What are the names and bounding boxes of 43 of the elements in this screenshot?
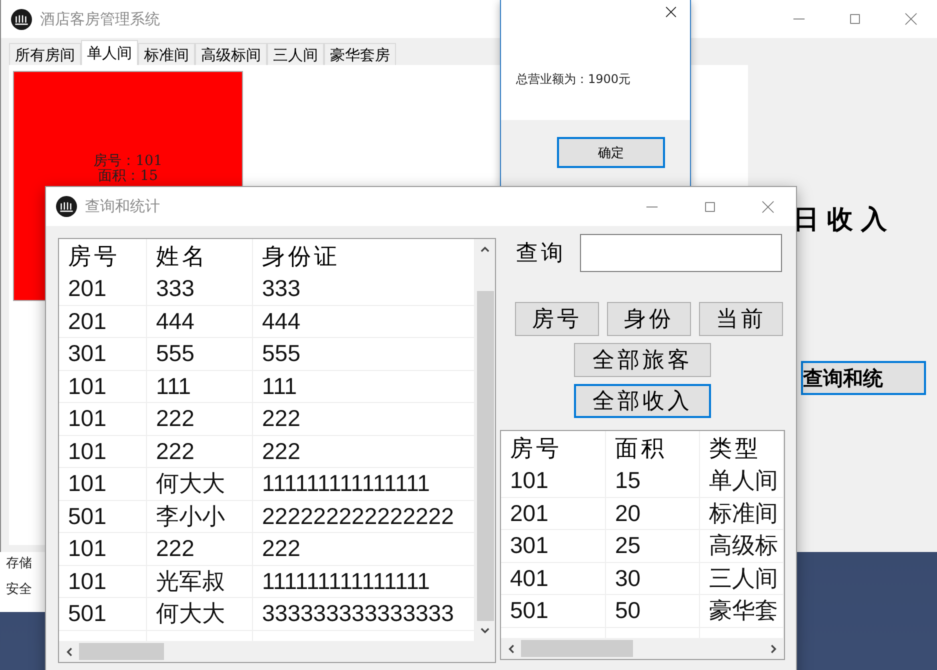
window-title: 查询和统计 — [85, 197, 160, 216]
table-cell: 301 — [501, 530, 606, 562]
table-cell: 101 — [59, 468, 147, 500]
window-title: 酒店客房管理系统 — [40, 10, 160, 28]
table-cell: 101 — [501, 465, 606, 496]
table-cell: 201 — [59, 306, 147, 337]
table-cell: 标准间 — [700, 498, 784, 529]
table-cell: 何大大 — [147, 598, 253, 630]
table-cell: 50 — [606, 595, 700, 626]
table-cell: 单人间 — [700, 465, 784, 496]
table-cell: 201 — [501, 498, 606, 529]
table-cell: 101 — [59, 436, 147, 467]
table-cell: 555 — [147, 338, 253, 370]
table-cell: 222 — [147, 403, 253, 434]
table-cell: 30 — [606, 562, 700, 594]
table-cell: 李小小 — [147, 500, 253, 532]
table-cell: 光军叔 — [147, 566, 253, 597]
table-cell: 222 — [147, 436, 253, 467]
table-cell: 501 — [501, 595, 606, 626]
table-cell: 101 — [59, 370, 147, 402]
search-label: 查询 — [516, 240, 566, 268]
table-cell: 高级标 — [700, 530, 784, 562]
table-cell: 15 — [606, 465, 700, 496]
table-cell: 101 — [59, 533, 147, 564]
room-info-text: 面积：15 — [98, 169, 158, 184]
table-cell: 25 — [606, 530, 700, 562]
table-cell: 20 — [606, 498, 700, 529]
table-cell: 222 — [147, 533, 253, 564]
table-cell: 301 — [59, 338, 147, 370]
table-cell: 501 — [59, 500, 147, 532]
table-cell: 501 — [59, 598, 147, 630]
table-cell: 101 — [59, 403, 147, 434]
table-cell: 三人间 — [700, 562, 784, 594]
table-cell: 何大大 — [147, 468, 253, 500]
table-cell: 111 — [147, 370, 253, 402]
table-cell: 401 — [501, 562, 606, 594]
table-cell: 444 — [147, 306, 253, 337]
room-info-text: 房号：101 — [94, 154, 162, 169]
table-cell: 豪华套 — [700, 595, 784, 626]
table-cell: 333 — [147, 273, 253, 304]
message-text: 总营业额为：1900元 — [516, 72, 631, 86]
table-cell: 201 — [59, 273, 147, 304]
table-cell: 101 — [59, 566, 147, 597]
